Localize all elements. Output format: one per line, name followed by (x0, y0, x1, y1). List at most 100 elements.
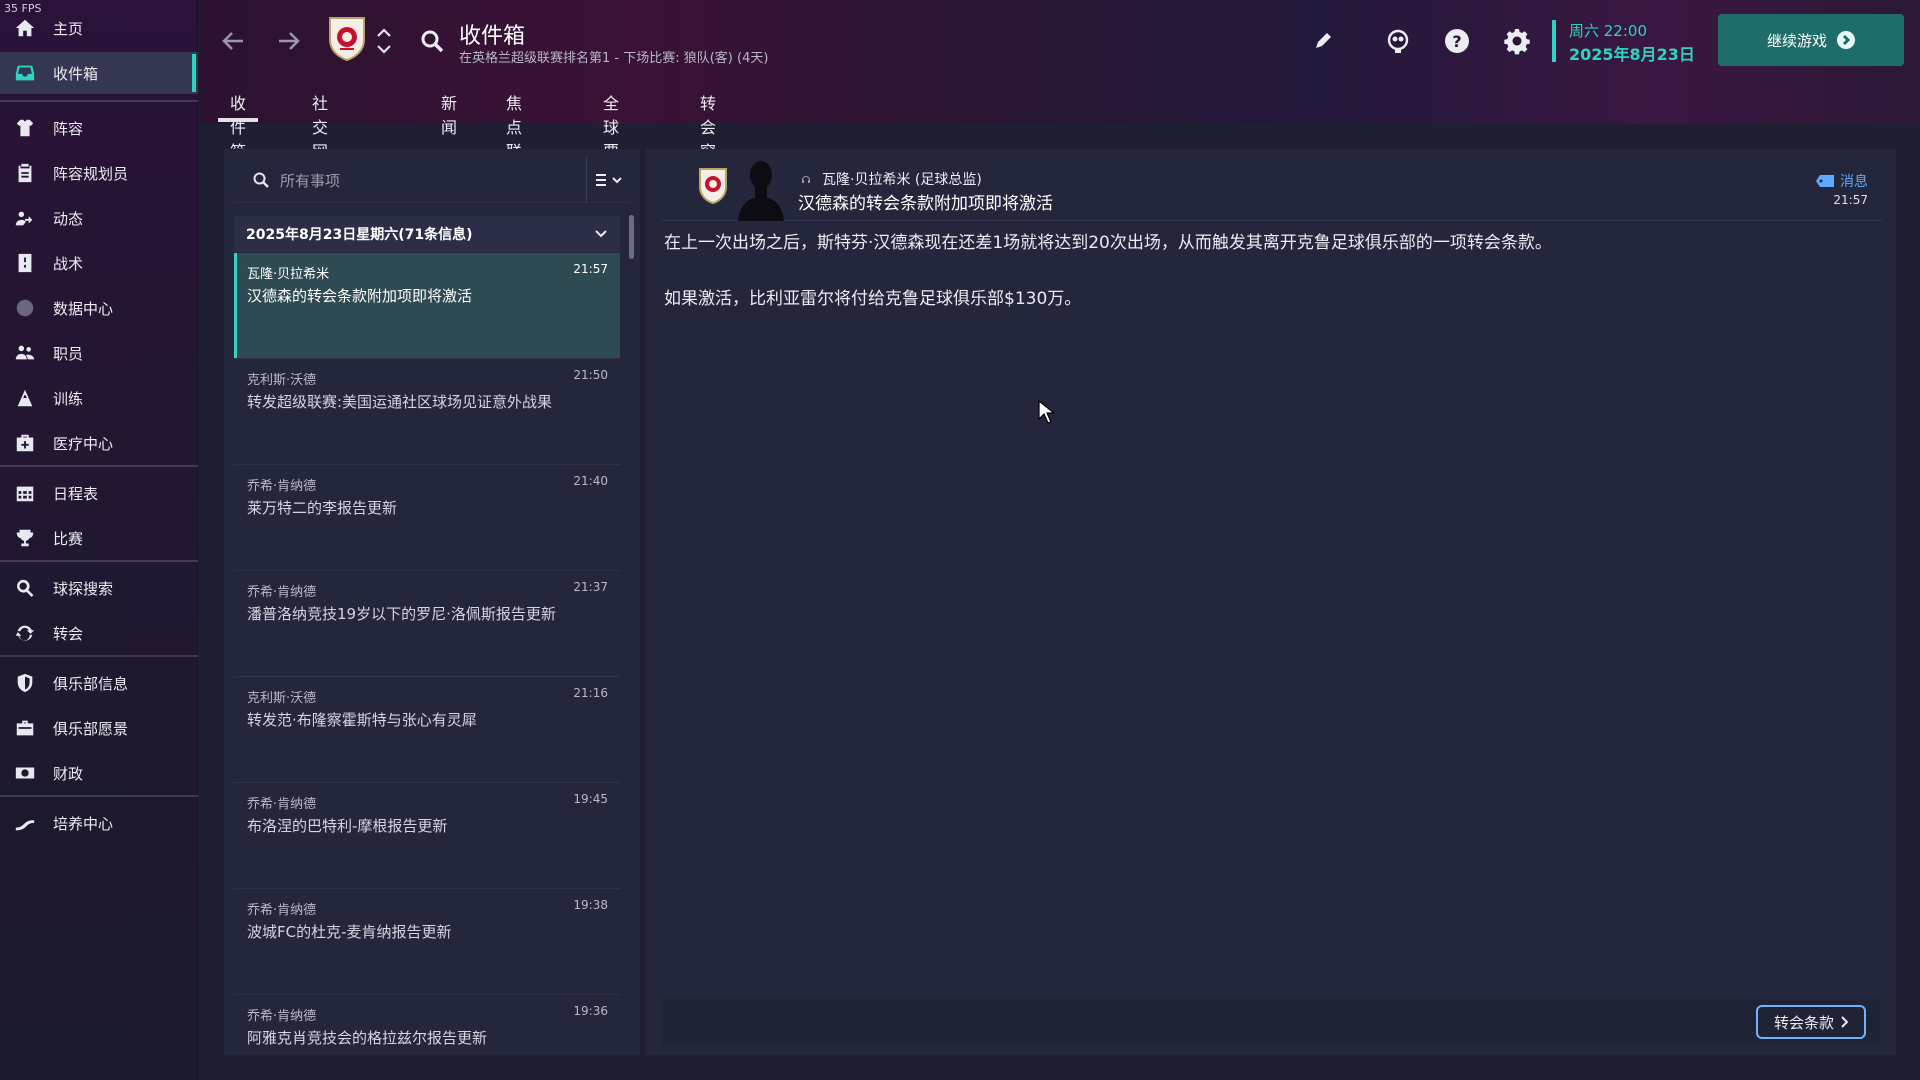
sidebar-item-label: 职员 (53, 344, 84, 363)
list-item[interactable]: 乔希·肯纳德 19:45 布洛涅的巴特利-摩根报告更新 (234, 783, 620, 889)
sidebar-item-label: 阵容 (53, 119, 84, 138)
inbox-icon (13, 61, 37, 85)
headset-icon (802, 176, 810, 183)
list-item[interactable]: 乔希·肯纳德 19:38 波城FC的杜克-麦肯纳报告更新 (234, 889, 620, 995)
sidebar-item-label: 收件箱 (53, 64, 99, 83)
list-item[interactable]: 乔希·肯纳德 21:40 莱万特二的李报告更新 (234, 465, 620, 571)
list-item[interactable]: 克利斯·沃德 21:50 转发超级联赛:美国运通社区球场见证意外战果 (234, 359, 620, 465)
tab-world-news[interactable]: 全球要闻 (603, 82, 619, 185)
sidebar-item-club-vision[interactable]: 俱乐部愿景 (0, 707, 198, 749)
sidebar-item-club-info[interactable]: 俱乐部信息 (0, 662, 198, 704)
sidebar-item-label: 比赛 (53, 529, 84, 548)
message-type-label: 消息 (1840, 174, 1868, 190)
message-body-paragraph: 如果激活，比利亚雷尔将付给克鲁足球俱乐部$130万。 (664, 289, 1082, 309)
tab-transfer-window-news[interactable]: 转会窗口新闻 (700, 82, 716, 233)
sidebar-divider (0, 560, 198, 562)
sidebar-item-squad[interactable]: 阵容 (0, 107, 198, 149)
message-sender: 克利斯·沃德 (247, 691, 317, 706)
tab-inbox[interactable]: 收件箱 (217, 82, 259, 161)
svg-text:?: ? (1452, 32, 1461, 51)
sidebar-item-schedule[interactable]: 日程表 (0, 472, 198, 514)
header: 收件箱 在英格兰超级联赛排名第1 - 下场比赛: 狼队(客) (4天) ? 周六… (199, 0, 1920, 233)
message-sender: 乔希·肯纳德 (247, 797, 317, 812)
message-title: 汉德森的转会条款附加项即将激活 (798, 194, 1053, 214)
sidebar-item-staff[interactable]: 职员 (0, 332, 198, 374)
message-list-panel: 所有事项 2025年8月23日星期六(71条信息) 瓦隆·贝拉希米 21:57 … (224, 149, 640, 1055)
sidebar-item-scouting[interactable]: 球探搜索 (0, 567, 198, 609)
calendar-icon (13, 481, 37, 505)
search-placeholder: 所有事项 (280, 171, 341, 190)
fm-brain-icon[interactable] (1381, 24, 1415, 58)
list-item[interactable]: 克利斯·沃德 21:16 转发范·布隆察霍斯特与张心有灵犀 (234, 677, 620, 783)
sidebar-item-home[interactable]: 主页 (0, 7, 198, 49)
sidebar-item-label: 阵容规划员 (53, 164, 129, 183)
message-time: 21:57 (573, 262, 608, 276)
sidebar-item-label: 日程表 (53, 484, 99, 503)
message-subject: 阿雅克肖竞技会的格拉兹尔报告更新 (247, 1029, 488, 1047)
sidebar-item-squad-planner[interactable]: 阵容规划员 (0, 152, 198, 194)
message-time: 19:45 (573, 792, 608, 806)
tab-social-feed[interactable]: 社交网络反馈 (312, 82, 328, 233)
forward-arrow-icon[interactable] (273, 26, 303, 56)
message-subject: 布洛涅的巴特利-摩根报告更新 (247, 817, 448, 835)
sidebar-item-tactics[interactable]: 战术 (0, 242, 198, 284)
list-item[interactable]: 乔希·肯纳德 19:36 阿雅克肖竞技会的格拉兹尔报告更新 (234, 995, 620, 1055)
sidebar-item-medical[interactable]: 医疗中心 (0, 422, 198, 464)
continue-game-button[interactable]: 继续游戏 (1718, 14, 1904, 66)
sidebar-item-dynamics[interactable]: 动态 (0, 197, 198, 239)
date-group-header[interactable]: 2025年8月23日星期六(71条信息) (234, 216, 620, 252)
message-reading-pane: 瓦隆·贝拉希米 (足球总监) 汉德森的转会条款附加项即将激活 消息 21:57 … (646, 149, 1896, 1055)
sidebar-item-data-hub[interactable]: 数据中心 (0, 287, 198, 329)
list-item[interactable]: 乔希·肯纳德 21:37 潘普洛纳竞技19岁以下的罗尼·洛佩斯报告更新 (234, 571, 620, 677)
sidebar-item-inbox[interactable]: 收件箱 (0, 52, 198, 94)
search-icon[interactable] (419, 28, 445, 54)
date-accent-bar (1552, 20, 1556, 62)
message-timestamp: 21:57 (1833, 193, 1868, 207)
transfer-clauses-button[interactable]: 转会条款 (1756, 1005, 1866, 1039)
message-subject: 莱万特二的李报告更新 (247, 499, 398, 517)
staff-icon (13, 341, 37, 365)
tab-focus-leagues[interactable]: 焦点联赛 (506, 82, 522, 185)
sidebar-item-finances[interactable]: 财政 (0, 752, 198, 794)
inbox-search-input[interactable]: 所有事项 (234, 157, 582, 203)
sidebar-item-label: 医疗中心 (53, 434, 114, 453)
sidebar-divider (0, 100, 198, 102)
pencil-icon[interactable] (1306, 24, 1340, 58)
sidebar-item-label: 球探搜索 (53, 579, 114, 598)
message-type-tag: 消息 (1816, 171, 1868, 191)
club-crest-icon[interactable] (328, 16, 366, 62)
sidebar-item-label: 战术 (53, 254, 84, 273)
message-sender: 乔希·肯纳德 (247, 585, 317, 600)
sidebar-item-label: 训练 (53, 389, 84, 408)
development-icon (13, 811, 37, 835)
tab-news[interactable]: 新闻 (441, 82, 457, 137)
settings-gear-icon[interactable] (1500, 24, 1534, 58)
sidebar-item-transfers[interactable]: 转会 (0, 612, 198, 654)
data-hub-icon (13, 296, 37, 320)
sidebar-item-development[interactable]: 培养中心 (0, 802, 198, 844)
sidebar-divider (0, 655, 198, 657)
message-time: 21:50 (573, 368, 608, 382)
sidebar-item-label: 主页 (53, 19, 84, 38)
list-item[interactable]: 瓦隆·贝拉希米 21:57 汉德森的转会条款附加项即将激活 (234, 253, 620, 359)
search-icon (253, 172, 269, 188)
sidebar-item-competitions[interactable]: 比赛 (0, 517, 198, 559)
list-filter-button[interactable] (586, 157, 630, 203)
message-time: 21:16 (573, 686, 608, 700)
briefcase-icon (13, 716, 37, 740)
help-icon[interactable]: ? (1440, 24, 1474, 58)
sender-role-text: 瓦隆·贝拉希米 (足球总监) (822, 172, 982, 188)
message-time: 19:36 (573, 1004, 608, 1018)
medical-icon (13, 431, 37, 455)
message-subject: 转发范·布隆察霍斯特与张心有灵犀 (247, 711, 477, 729)
continue-game-label: 继续游戏 (1766, 31, 1827, 50)
mouse-cursor-icon (1038, 400, 1054, 424)
back-arrow-icon[interactable] (219, 26, 249, 56)
message-time: 21:37 (573, 580, 608, 594)
current-date: 2025年8月23日 (1569, 45, 1695, 64)
sidebar-item-training[interactable]: 训练 (0, 377, 198, 419)
inbox-filter-row: 所有事项 (234, 157, 630, 203)
club-switch-chevrons-icon[interactable] (375, 24, 393, 58)
list-scrollbar[interactable] (629, 215, 634, 259)
trophy-icon (13, 526, 37, 550)
